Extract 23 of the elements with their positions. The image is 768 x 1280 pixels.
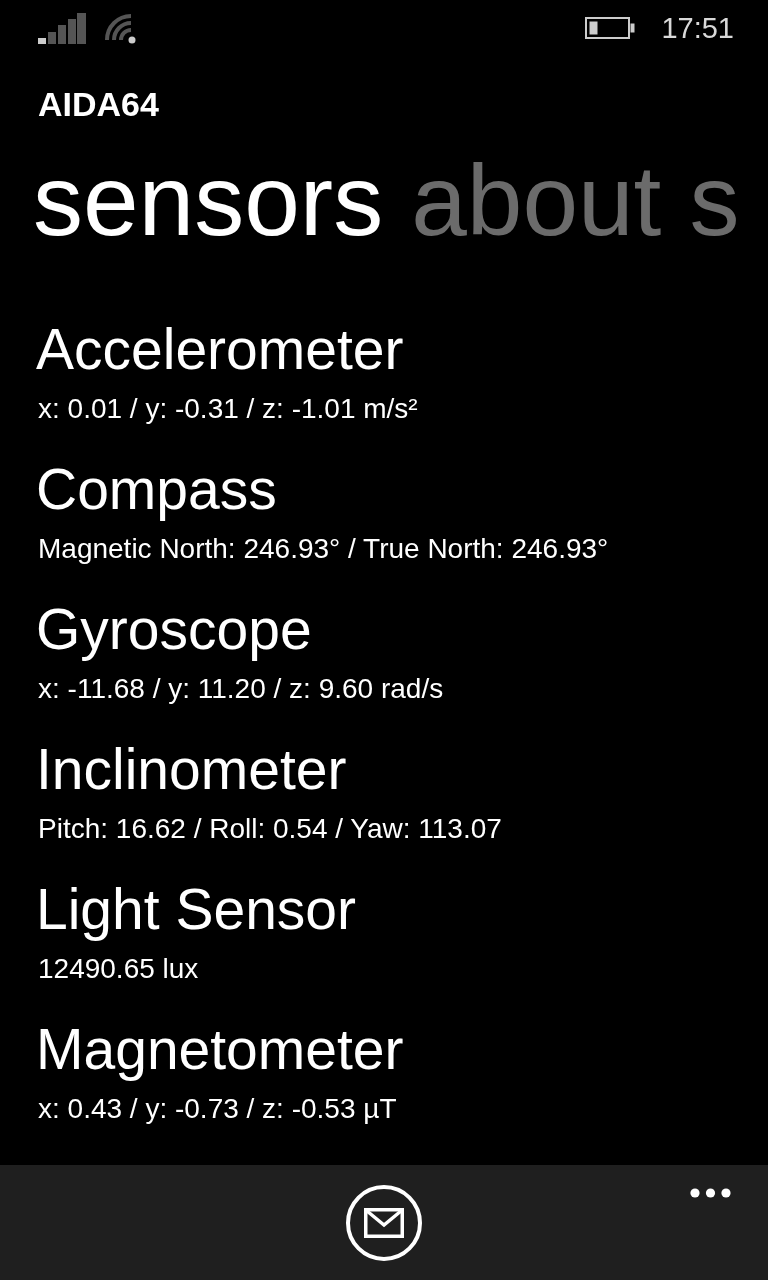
pivot-tab[interactable]: s bbox=[689, 150, 740, 250]
sensor-name: Light Sensor bbox=[36, 878, 357, 941]
sensor-name: Accelerometer bbox=[36, 318, 404, 381]
envelope-icon bbox=[364, 1208, 404, 1238]
signal-strength-icon bbox=[38, 12, 86, 44]
wifi-icon bbox=[104, 12, 136, 44]
sensor-reading: x: 0.43 / y: -0.73 / z: -0.53 µT bbox=[37, 1092, 397, 1126]
sensor-name: Magnetometer bbox=[36, 1018, 404, 1081]
sensor-name: Gyroscope bbox=[36, 598, 312, 661]
battery-icon bbox=[585, 17, 636, 39]
pivot-tab[interactable]: sensors bbox=[33, 150, 384, 250]
ellipsis-icon[interactable] bbox=[690, 1188, 731, 1198]
sensor-name: Inclinometer bbox=[36, 738, 347, 801]
sensor-reading: x: 0.01 / y: -0.31 / z: -1.01 m/s² bbox=[37, 392, 418, 426]
sensor-reading: 12490.65 lux bbox=[37, 952, 199, 986]
sensor-name: Compass bbox=[36, 458, 277, 521]
sensor-reading: x: -11.68 / y: 11.20 / z: 9.60 rad/s bbox=[37, 672, 444, 706]
envelope-button[interactable] bbox=[346, 1185, 422, 1261]
sensor-reading: Magnetic North: 246.93° / True North: 246.93° bbox=[37, 532, 609, 566]
status-time: 17:51 bbox=[661, 11, 734, 46]
pivot-tab[interactable]: about bbox=[411, 150, 662, 250]
sensor-reading: Pitch: 16.62 / Roll: 0.54 / Yaw: 113.07 bbox=[37, 812, 502, 846]
app-title: AIDA64 bbox=[38, 84, 159, 124]
